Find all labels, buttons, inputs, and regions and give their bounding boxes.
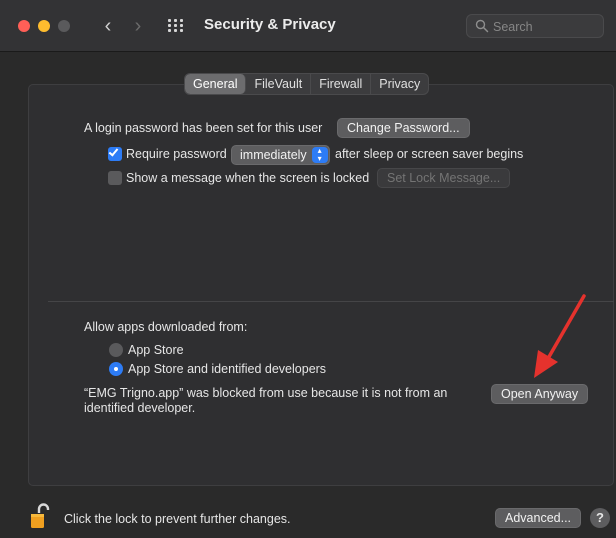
security-privacy-window: ‹ › Security & Privacy General FileVault… (0, 0, 616, 538)
radio-app-store-label: App Store (128, 343, 184, 357)
checkmark-icon (108, 146, 119, 157)
forward-button[interactable]: › (126, 13, 150, 39)
allow-apps-heading: Allow apps downloaded from: (84, 320, 248, 334)
require-password-checkbox[interactable] (108, 146, 122, 161)
require-password-delay-popup[interactable]: immediately ▴ ▾ (231, 145, 330, 165)
login-password-text: A login password has been set for this u… (84, 121, 323, 135)
help-button[interactable]: ? (590, 508, 610, 528)
search-icon (475, 19, 489, 33)
radio-app-store-identified-label: App Store and identified developers (128, 362, 327, 376)
radio-app-store[interactable] (109, 343, 123, 357)
lock-instruction-text: Click the lock to prevent further change… (64, 512, 291, 526)
show-message-label: Show a message when the screen is locked (126, 171, 370, 185)
chevron-updown-icon: ▴ ▾ (311, 147, 328, 163)
search-input[interactable] (493, 18, 597, 35)
close-window-button[interactable] (18, 20, 30, 32)
minimize-window-button[interactable] (38, 20, 50, 32)
tab-bar: General FileVault Firewall Privacy (184, 73, 430, 95)
radio-app-store-identified[interactable] (109, 362, 123, 376)
blocked-app-message-line1: “EMG Trigno.app” was blocked from use be… (84, 386, 448, 400)
tab-general[interactable]: General (185, 74, 247, 94)
require-password-label: Require password (126, 147, 227, 161)
show-all-grid-icon[interactable] (167, 18, 187, 34)
require-password-suffix: after sleep or screen saver begins (335, 147, 524, 161)
advanced-button[interactable]: Advanced... (495, 508, 582, 528)
require-password-delay-value: immediately (240, 148, 307, 162)
blocked-app-message-line2: identified developer. (84, 401, 196, 415)
window-title: Security & Privacy (204, 16, 336, 33)
show-message-checkbox[interactable] (108, 171, 122, 185)
tab-firewall[interactable]: Firewall (311, 74, 372, 94)
zoom-window-button[interactable] (58, 20, 70, 32)
search-field[interactable] (466, 14, 604, 38)
tab-filevault[interactable]: FileVault (246, 74, 312, 94)
back-button[interactable]: ‹ (96, 13, 120, 39)
change-password-button[interactable]: Change Password... (337, 118, 470, 138)
title-bar: ‹ › Security & Privacy (0, 0, 616, 52)
set-lock-message-button[interactable]: Set Lock Message... (377, 168, 511, 188)
red-annotation-arrow-icon (534, 294, 586, 378)
unlocked-lock-icon[interactable] (30, 503, 54, 529)
tab-privacy[interactable]: Privacy (371, 74, 428, 94)
